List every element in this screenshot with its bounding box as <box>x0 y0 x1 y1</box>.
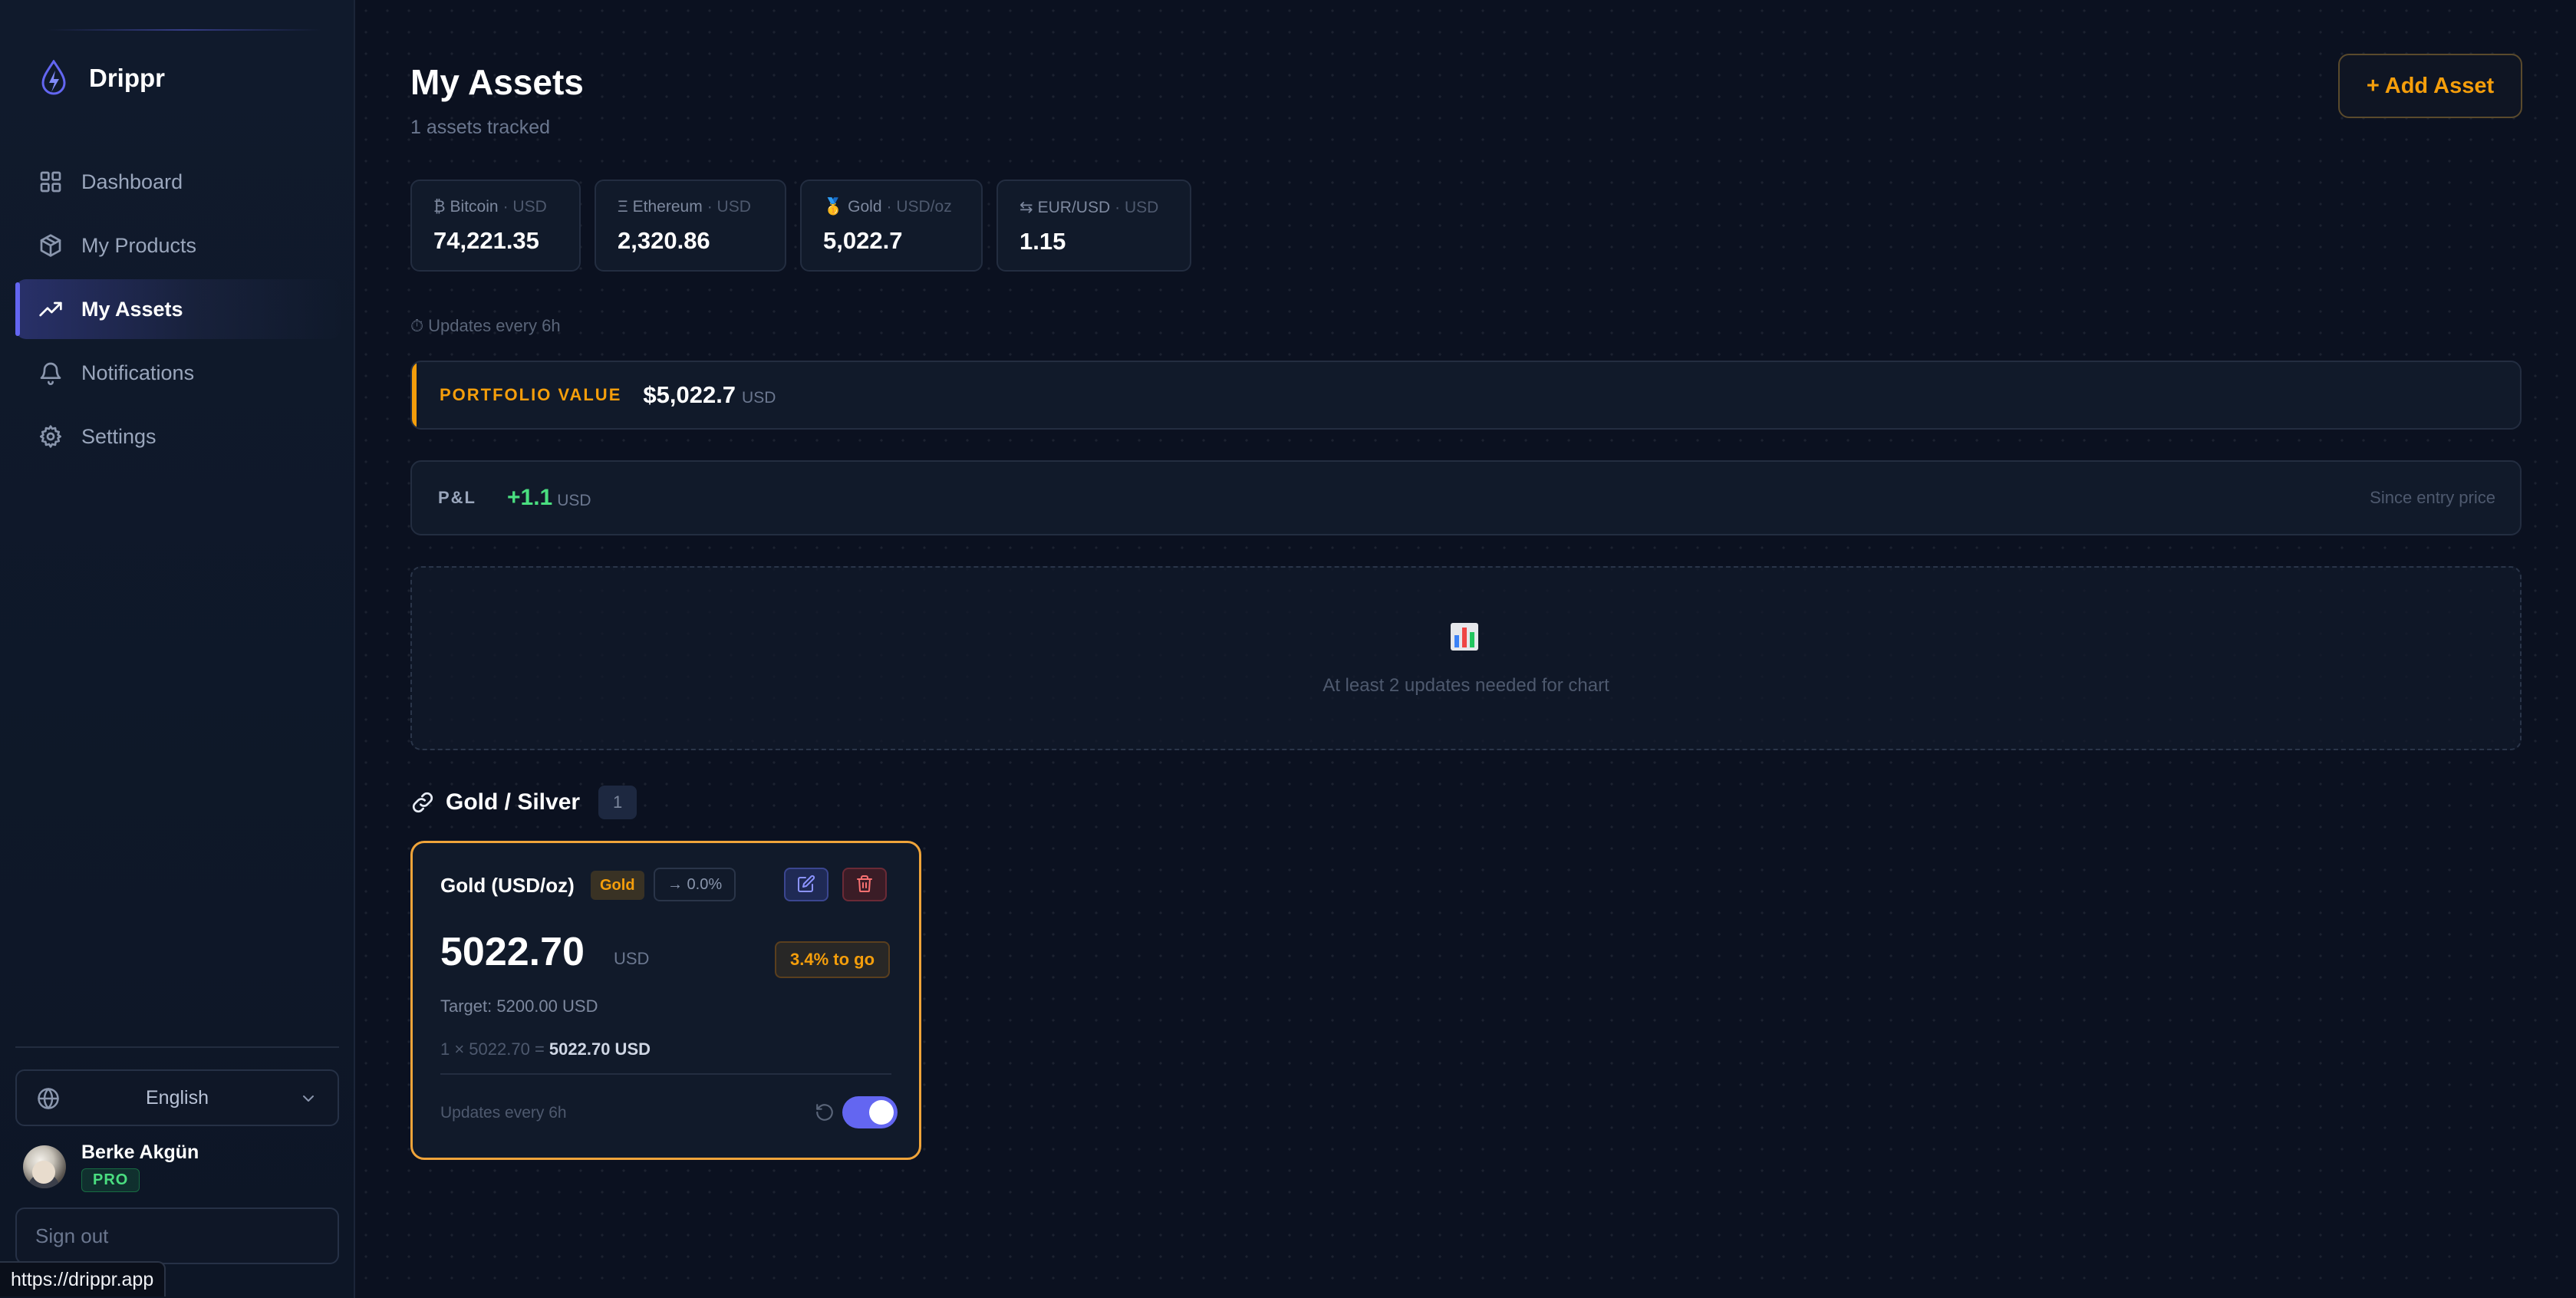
ticker-bitcoin: ₿ Bitcoin · USD 74,221.35 <box>410 180 581 272</box>
asset-name: Gold (USD/oz) <box>440 874 575 897</box>
ticker-value: 1.15 <box>1020 228 1066 255</box>
language-select[interactable]: English <box>15 1069 339 1126</box>
brand[interactable]: Drippr <box>38 59 165 97</box>
delete-asset-button[interactable] <box>842 868 887 901</box>
pl-since-note: Since entry price <box>2370 488 2495 507</box>
ticker-eur-usd: ⇆ EUR/USD · USD 1.15 <box>996 180 1191 272</box>
ticker-name: Gold <box>848 198 882 216</box>
ticker-name: Ethereum <box>632 198 703 216</box>
ticker-name: EUR/USD <box>1037 198 1111 216</box>
trending-up-icon <box>38 297 63 321</box>
gear-icon <box>38 424 63 449</box>
ticker-unit: · USD/oz <box>886 198 952 216</box>
sign-out-button[interactable]: Sign out <box>15 1207 339 1264</box>
asset-group-title: Gold / Silver <box>446 789 581 815</box>
language-value: English <box>146 1086 209 1109</box>
sidebar-item-label: Settings <box>81 424 156 448</box>
bitcoin-icon: ₿ <box>433 198 446 216</box>
asset-calc-prefix: 1 × 5022.70 = <box>440 1039 545 1059</box>
page-subtitle: 1 assets tracked <box>410 117 551 138</box>
bar-chart-icon <box>1449 621 1480 652</box>
asset-target: Target: 5200.00 USD <box>440 997 598 1016</box>
ticker-ethereum: Ξ Ethereum · USD 2,320.86 <box>595 180 786 272</box>
ticker-value: 2,320.86 <box>618 227 710 254</box>
asset-calculation: 1 × 5022.70 = 5022.70 USD <box>440 1039 651 1059</box>
status-url: https://drippr.app <box>0 1261 166 1296</box>
ticker-unit: · USD <box>707 198 751 216</box>
updates-note: ⏱ Updates every 6h <box>410 316 561 336</box>
portfolio-value-unit: USD <box>742 389 776 407</box>
asset-updates-note: Updates every 6h <box>440 1104 567 1122</box>
edit-asset-button[interactable] <box>784 868 828 901</box>
pl-card: P&L +1.1 USD Since entry price <box>410 460 2522 535</box>
add-asset-button[interactable]: + Add Asset <box>2338 54 2522 118</box>
chevron-down-icon <box>299 1089 318 1108</box>
user-profile[interactable]: Berke Akgün PRO <box>23 1142 199 1192</box>
asset-group-count: 1 <box>598 786 637 819</box>
asset-to-go-badge: 3.4% to go <box>775 941 891 978</box>
app-root: Drippr Dashboard My Products My Assets N… <box>0 0 2576 1298</box>
box-icon <box>38 233 63 258</box>
sidebar-item-notifications[interactable]: Notifications <box>15 343 341 403</box>
pl-label: P&L <box>438 488 476 507</box>
grid-icon <box>38 170 63 194</box>
ticker-gold: 🥇 Gold · USD/oz 5,022.7 <box>800 180 983 272</box>
portfolio-value-label: PORTFOLIO VALUE <box>440 385 622 404</box>
asset-card-divider <box>440 1073 891 1075</box>
asset-card-gold[interactable]: Gold (USD/oz) Gold → 0.0% 5022.70 USD 3.… <box>410 841 921 1160</box>
refresh-icon[interactable] <box>815 1102 835 1122</box>
asset-calc-total: 5022.70 USD <box>548 1039 651 1059</box>
asset-enabled-toggle[interactable] <box>842 1096 898 1128</box>
sidebar-item-label: Dashboard <box>81 170 183 193</box>
sidebar-divider <box>15 1046 339 1048</box>
ticker-value: 74,221.35 <box>433 227 539 254</box>
avatar <box>23 1145 66 1188</box>
pl-value: +1.1 <box>507 485 553 510</box>
sidebar: Drippr Dashboard My Products My Assets N… <box>0 0 355 1298</box>
main-content: My Assets 1 assets tracked + Add Asset ₿… <box>355 0 2576 1298</box>
ethereum-icon: Ξ <box>618 198 628 216</box>
link-icon <box>410 790 435 815</box>
sidebar-item-label: My Products <box>81 233 197 257</box>
trash-icon <box>855 875 874 895</box>
asset-group-header: Gold / Silver 1 <box>410 786 637 819</box>
page-title: My Assets <box>410 62 584 102</box>
gold-medal-icon: 🥇 <box>823 198 844 216</box>
brand-name: Drippr <box>89 64 165 92</box>
edit-icon <box>797 875 815 895</box>
stopwatch-icon: ⏱ <box>410 316 424 335</box>
sidebar-item-label: Notifications <box>81 361 195 384</box>
asset-tag: Gold <box>591 871 644 900</box>
chart-placeholder-message: At least 2 updates needed for chart <box>1323 675 1609 696</box>
drop-logo-icon <box>38 59 69 97</box>
ticker-value: 5,022.7 <box>823 227 903 254</box>
asset-price-unit: USD <box>614 949 650 968</box>
ticker-unit: · USD <box>1115 198 1159 216</box>
user-name: Berke Akgün <box>81 1142 199 1163</box>
chart-placeholder: At least 2 updates needed for chart <box>410 566 2522 750</box>
portfolio-value-card: PORTFOLIO VALUE $5,022.7 USD <box>410 361 2522 430</box>
exchange-icon: ⇆ <box>1020 199 1033 216</box>
sidebar-item-my-products[interactable]: My Products <box>15 216 341 275</box>
plan-badge: PRO <box>81 1168 140 1192</box>
globe-icon <box>37 1087 60 1110</box>
sidebar-item-my-assets[interactable]: My Assets <box>15 279 341 339</box>
sidebar-item-dashboard[interactable]: Dashboard <box>15 152 341 212</box>
updates-note-text: Updates every 6h <box>428 316 561 335</box>
bell-icon <box>38 361 63 385</box>
asset-price: 5022.70 <box>440 930 585 974</box>
portfolio-value-amount: $5,022.7 <box>643 381 736 408</box>
sidebar-nav: Dashboard My Products My Assets Notifica… <box>15 152 341 470</box>
ticker-row: ₿ Bitcoin · USD 74,221.35 Ξ Ethereum · U… <box>410 180 1191 272</box>
pl-unit: USD <box>557 492 591 509</box>
ticker-name: Bitcoin <box>450 198 499 216</box>
sidebar-item-label: My Assets <box>81 297 183 321</box>
ticker-unit: · USD <box>502 198 547 216</box>
sidebar-item-settings[interactable]: Settings <box>15 407 341 466</box>
asset-trend-badge: → 0.0% <box>654 868 736 901</box>
